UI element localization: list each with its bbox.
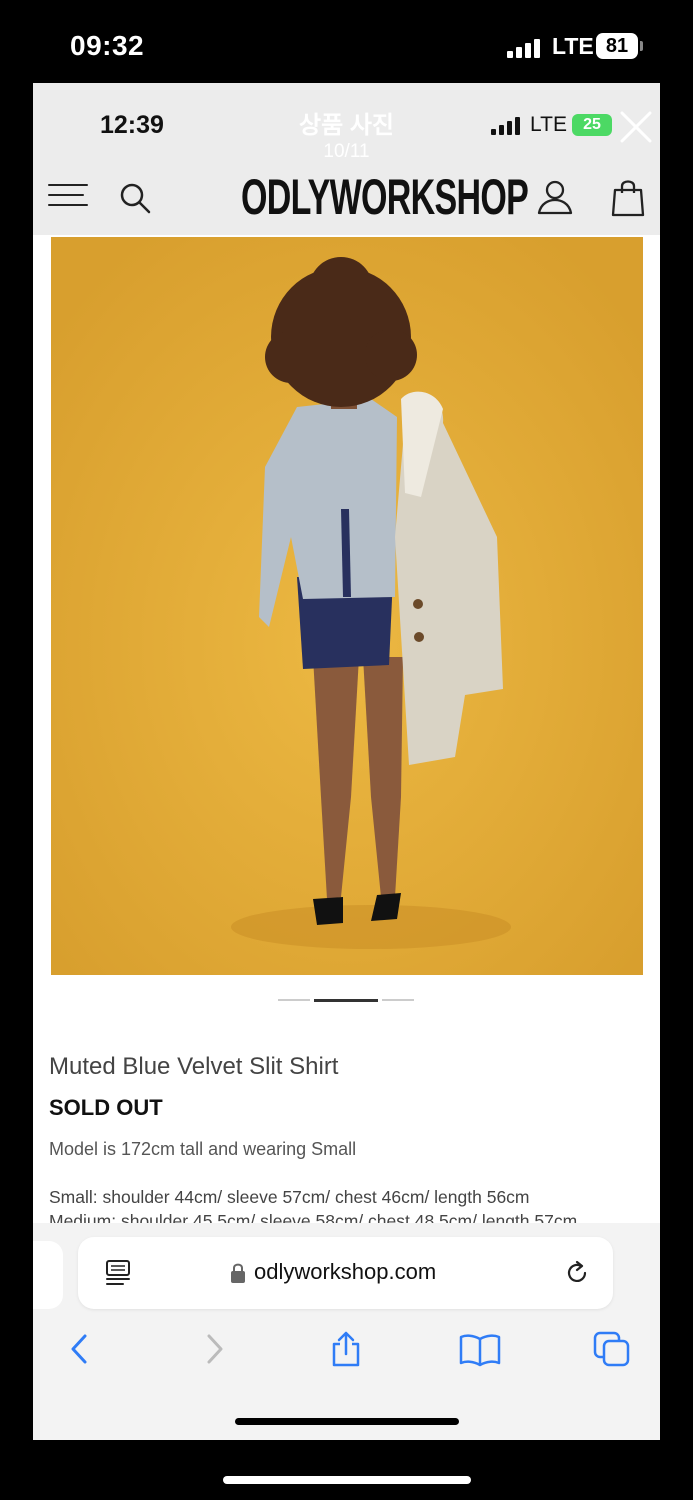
search-icon[interactable] [118,181,152,215]
model-info: Model is 172cm tall and wearing Small [49,1139,357,1159]
tabs-icon[interactable] [593,1331,631,1367]
inner-status-bar: 12:39 상품 사진 10/11 LTE 25 ODLYWORKSHOP [33,83,660,235]
outer-status-time: 09:32 [70,30,145,61]
home-indicator[interactable] [223,1476,471,1484]
product-title: Muted Blue Velvet Slit Shirt [49,1053,339,1080]
outer-battery-tip [640,41,643,51]
site-logo[interactable]: ODLYWORKSHOP [241,169,529,225]
browser-toolbar: odlyworkshop.com [33,1223,660,1440]
lock-icon [231,1263,245,1283]
close-icon[interactable] [618,109,654,145]
inner-network-label: LTE [530,113,567,136]
carousel-dot[interactable] [382,999,414,1001]
outer-network-label: LTE [552,33,594,59]
size-info-small: Small: shoulder 44cm/ sleeve 57cm/ chest… [49,1187,530,1207]
address-bar[interactable]: odlyworkshop.com [78,1237,613,1309]
back-icon[interactable] [63,1331,97,1367]
outer-signal-icon [507,38,543,58]
product-photo[interactable] [51,237,643,975]
address-text[interactable]: odlyworkshop.com [254,1259,436,1285]
outer-battery-level: 81 [596,33,638,59]
screenshot-viewer: 12:39 상품 사진 10/11 LTE 25 ODLYWORKSHOP Mu… [33,83,660,1440]
stock-status: SOLD OUT [49,1095,163,1120]
carousel-indicator[interactable] [278,999,414,1003]
bookmarks-icon[interactable] [459,1331,501,1367]
account-icon[interactable] [537,179,573,215]
carousel-dot[interactable] [278,999,310,1001]
inner-home-indicator [235,1418,459,1425]
inner-battery-level: 25 [572,114,612,136]
menu-icon[interactable] [48,184,89,208]
share-icon[interactable] [329,1331,363,1367]
page-menu-icon[interactable] [103,1258,133,1288]
bag-icon[interactable] [610,177,646,217]
inner-signal-icon [491,117,523,135]
viewer-photo-counter: 10/11 [323,141,370,162]
forward-icon[interactable] [197,1331,231,1367]
carousel-dot-active[interactable] [314,999,378,1002]
reload-icon[interactable] [563,1259,591,1287]
previous-tab-peek[interactable] [33,1241,63,1309]
